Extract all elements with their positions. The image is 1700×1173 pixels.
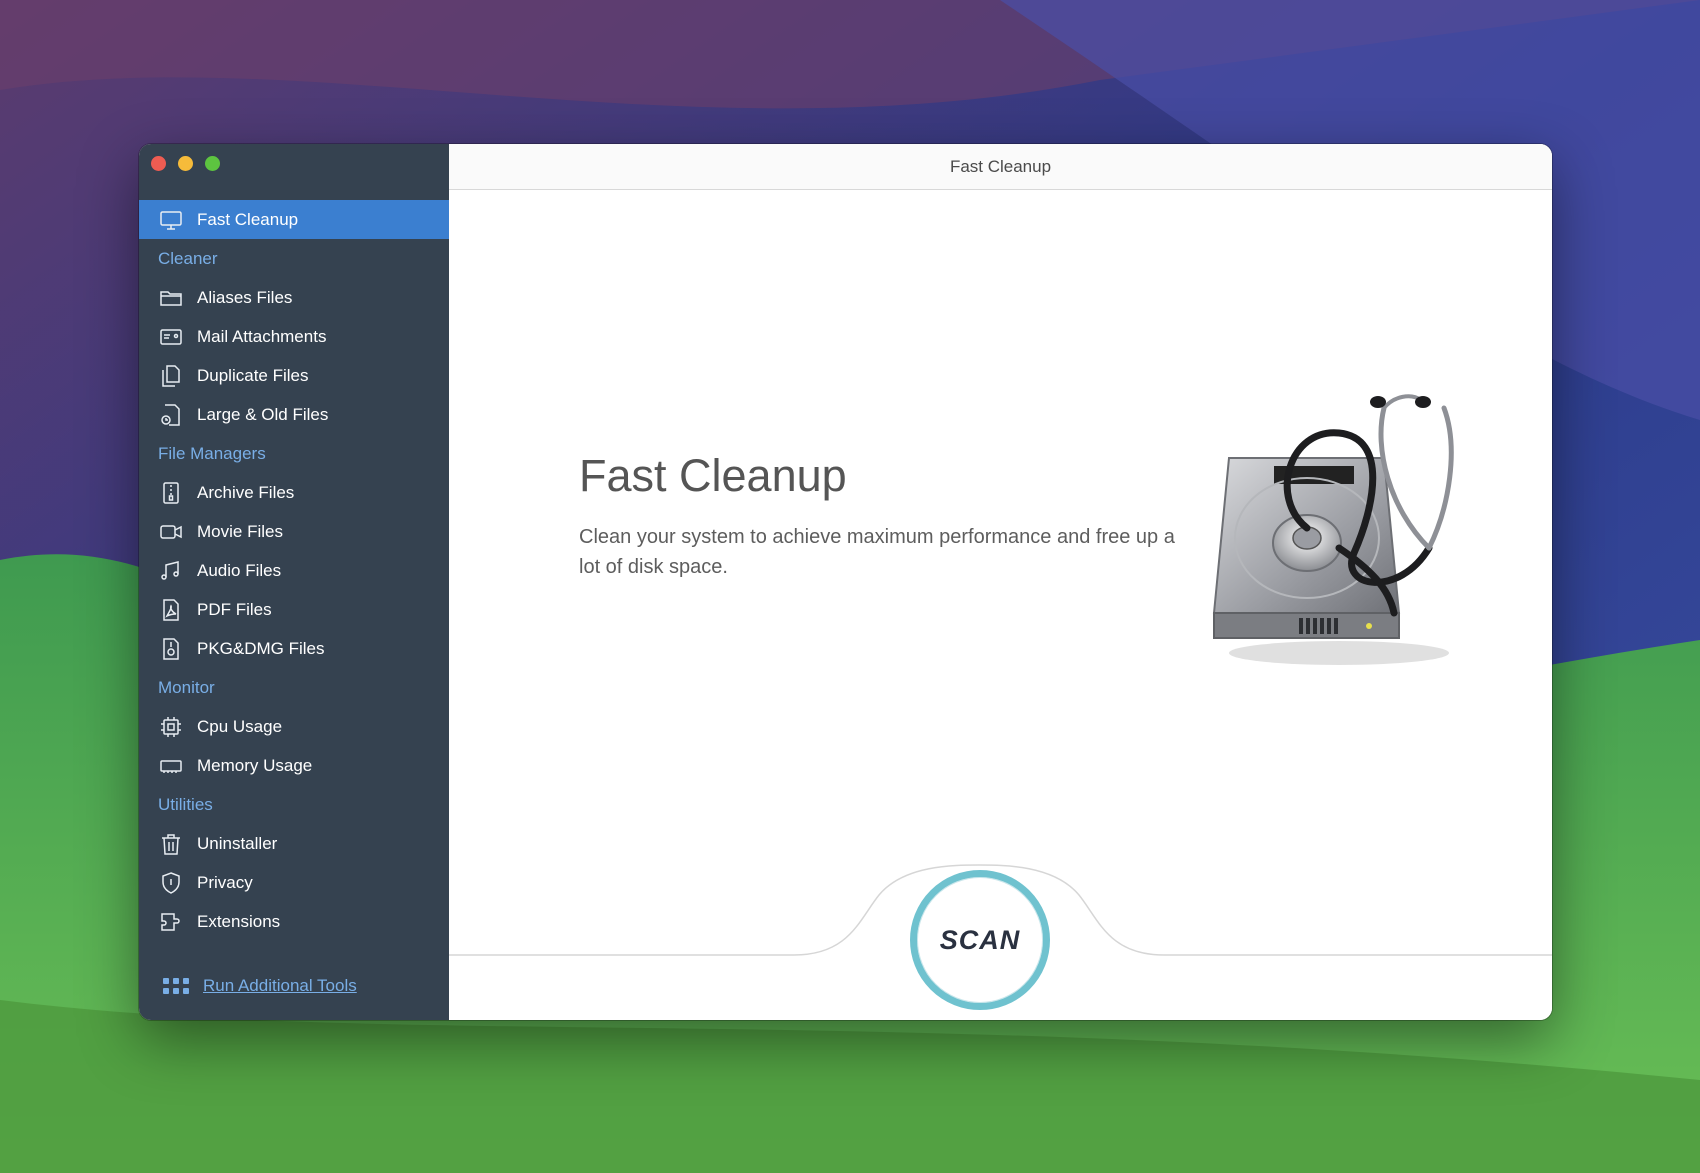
duplicate-icon (159, 364, 183, 388)
run-additional-tools-label: Run Additional Tools (203, 976, 357, 995)
sidebar-item-label: Privacy (197, 872, 253, 892)
sidebar-item-aliases-files[interactable]: Aliases Files (139, 278, 449, 317)
minimize-button[interactable] (178, 156, 193, 171)
run-additional-tools-link[interactable]: Run Additional Tools (163, 976, 357, 996)
monitor-icon (159, 208, 183, 232)
sidebar-nav: Fast Cleanup Cleaner Aliases Files Mail … (139, 200, 449, 941)
sidebar-item-movie-files[interactable]: Movie Files (139, 512, 449, 551)
window-controls (151, 156, 220, 171)
zoom-button[interactable] (205, 156, 220, 171)
memory-icon (159, 754, 183, 778)
sidebar-item-mail-attachments[interactable]: Mail Attachments (139, 317, 449, 356)
extension-icon (159, 910, 183, 934)
page-description: Clean your system to achieve maximum per… (579, 526, 1175, 578)
window-title: Fast Cleanup (449, 144, 1552, 190)
grid-icon (163, 978, 189, 994)
sidebar-item-label: Memory Usage (197, 755, 313, 775)
disk-stethoscope-icon (1189, 388, 1479, 688)
scan-area: SCAN (449, 850, 1552, 1020)
folder-icon (159, 286, 183, 310)
video-icon (159, 520, 183, 544)
sidebar-item-large-old-files[interactable]: Large & Old Files (139, 395, 449, 434)
sidebar-item-label: PDF Files (197, 599, 272, 619)
cpu-icon (159, 715, 183, 739)
sidebar-item-label: Extensions (197, 911, 281, 931)
sidebar-item-pdf-files[interactable]: PDF Files (139, 590, 449, 629)
sidebar-item-label: Movie Files (197, 521, 283, 541)
sidebar-item-uninstaller[interactable]: Uninstaller (139, 824, 449, 863)
sidebar-item-label: Audio Files (197, 560, 282, 580)
page-title: Fast Cleanup (579, 450, 847, 501)
sidebar-item-audio-files[interactable]: Audio Files (139, 551, 449, 590)
package-icon (159, 637, 183, 661)
sidebar-item-cpu-usage[interactable]: Cpu Usage (139, 707, 449, 746)
close-button[interactable] (151, 156, 166, 171)
pdf-icon (159, 598, 183, 622)
sidebar-item-archive-files[interactable]: Archive Files (139, 473, 449, 512)
sidebar-item-label: Archive Files (197, 482, 295, 502)
sidebar-item-privacy[interactable]: Privacy (139, 863, 449, 902)
music-icon (159, 559, 183, 583)
archive-icon (159, 481, 183, 505)
section-header-utilities: Utilities (158, 794, 213, 814)
sidebar-item-extensions[interactable]: Extensions (139, 902, 449, 941)
sidebar-item-label: Aliases Files (197, 287, 293, 307)
sidebar-item-label: Fast Cleanup (197, 209, 299, 229)
sidebar-item-label: Large & Old Files (197, 404, 329, 424)
scan-button[interactable]: SCAN (910, 870, 1050, 1010)
section-header-cleaner: Cleaner (158, 248, 218, 268)
section-header-file-managers: File Managers (158, 443, 266, 463)
sidebar: Fast Cleanup Cleaner Aliases Files Mail … (139, 144, 449, 1020)
sidebar-item-fast-cleanup[interactable]: Fast Cleanup (139, 200, 449, 239)
shield-icon (159, 871, 183, 895)
sidebar-item-label: Cpu Usage (197, 716, 283, 736)
section-header-monitor: Monitor (158, 677, 215, 697)
app-window: Fast Cleanup Cleaner Aliases Files Mail … (139, 144, 1552, 1020)
mail-card-icon (159, 325, 183, 349)
trash-icon (159, 832, 183, 856)
scan-button-label: SCAN (939, 924, 1021, 955)
sidebar-item-label: Duplicate Files (197, 365, 309, 385)
sidebar-item-duplicate-files[interactable]: Duplicate Files (139, 356, 449, 395)
sidebar-item-label: Uninstaller (197, 833, 278, 853)
clock-file-icon (159, 403, 183, 427)
sidebar-item-memory-usage[interactable]: Memory Usage (139, 746, 449, 785)
sidebar-item-label: Mail Attachments (197, 326, 327, 346)
main-panel: Fast Cleanup Fast Cleanup Clean your sys… (449, 144, 1552, 1020)
sidebar-item-pkg-dmg-files[interactable]: PKG&DMG Files (139, 629, 449, 668)
sidebar-item-label: PKG&DMG Files (197, 638, 325, 658)
